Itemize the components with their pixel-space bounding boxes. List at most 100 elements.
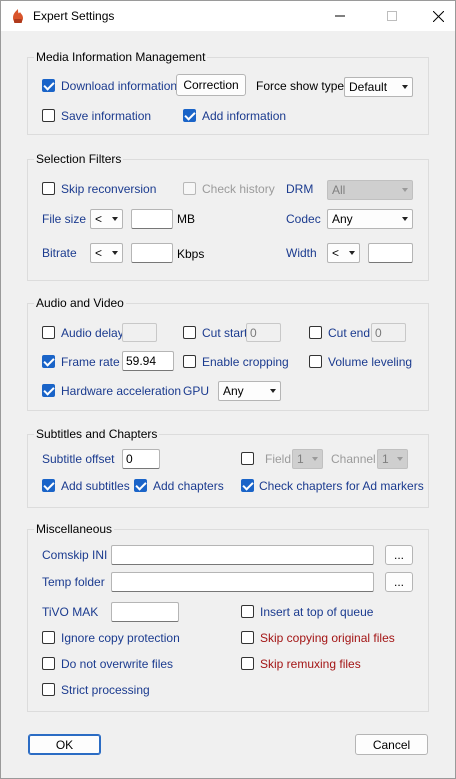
chevron-down-icon bbox=[112, 217, 118, 221]
channel-select[interactable]: 1 bbox=[377, 449, 408, 469]
volume-leveling-label: Volume leveling bbox=[328, 355, 413, 369]
bitrate-label: Bitrate bbox=[42, 246, 77, 260]
skip-remux-label: Skip remuxing files bbox=[260, 657, 361, 671]
ok-button[interactable]: OK bbox=[28, 734, 101, 755]
frame-rate-checkbox[interactable] bbox=[42, 355, 55, 368]
tivo-mak-input[interactable] bbox=[111, 602, 179, 622]
volume-leveling-checkbox[interactable] bbox=[309, 355, 322, 368]
field-select[interactable]: 1 bbox=[292, 449, 323, 469]
group-title: Media Information Management bbox=[34, 50, 208, 64]
temp-folder-label: Temp folder bbox=[42, 575, 105, 589]
insert-top-checkbox[interactable] bbox=[241, 605, 254, 618]
chevron-down-icon bbox=[349, 251, 355, 255]
group-title: Miscellaneous bbox=[34, 522, 115, 536]
add-info-label: Add information bbox=[202, 109, 287, 123]
strict-processing-checkbox[interactable] bbox=[42, 683, 55, 696]
subtitle-offset-input[interactable]: 0 bbox=[122, 449, 160, 469]
download-info-label: Download information bbox=[61, 79, 178, 93]
app-flame-icon bbox=[11, 8, 25, 24]
cancel-button[interactable]: Cancel bbox=[355, 734, 428, 755]
hw-accel-label: Hardware acceleration bbox=[61, 384, 182, 398]
codec-select[interactable]: Any bbox=[327, 209, 413, 229]
force-show-type-select[interactable]: Default bbox=[344, 77, 413, 97]
maximize-icon bbox=[387, 11, 397, 21]
codec-label: Codec bbox=[286, 212, 321, 226]
group-title: Subtitles and Chapters bbox=[34, 427, 160, 441]
force-show-type-label: Force show type bbox=[256, 79, 345, 93]
cut-start-input[interactable]: 0 bbox=[246, 323, 281, 342]
comskip-browse-button[interactable]: ... bbox=[385, 545, 413, 565]
ignore-copy-label: Ignore copy protection bbox=[61, 631, 180, 645]
bitrate-operator-select[interactable]: < bbox=[90, 243, 123, 263]
enable-cropping-checkbox[interactable] bbox=[183, 355, 196, 368]
insert-top-label: Insert at top of queue bbox=[260, 605, 374, 619]
no-overwrite-checkbox[interactable] bbox=[42, 657, 55, 670]
save-info-label: Save information bbox=[61, 109, 152, 123]
close-button[interactable] bbox=[415, 1, 456, 31]
file-size-label: File size bbox=[42, 212, 87, 226]
file-size-operator-select[interactable]: < bbox=[90, 209, 123, 229]
add-info-checkbox[interactable] bbox=[183, 109, 196, 122]
cut-end-input[interactable]: 0 bbox=[371, 323, 406, 342]
audio-delay-input[interactable] bbox=[122, 323, 157, 342]
bitrate-input[interactable] bbox=[131, 243, 173, 263]
add-subtitles-label: Add subtitles bbox=[61, 479, 130, 493]
temp-folder-browse-button[interactable]: ... bbox=[385, 572, 413, 592]
gpu-label: GPU bbox=[183, 384, 210, 398]
channel-label: Channel bbox=[331, 452, 376, 466]
no-overwrite-label: Do not overwrite files bbox=[61, 657, 174, 671]
group-title: Selection Filters bbox=[34, 152, 124, 166]
skip-remux-checkbox[interactable] bbox=[241, 657, 254, 670]
skip-copy-orig-checkbox[interactable] bbox=[241, 631, 254, 644]
cut-end-label: Cut end bbox=[328, 326, 371, 340]
window-title: Expert Settings bbox=[33, 9, 115, 23]
width-operator-select[interactable]: < bbox=[327, 243, 360, 263]
field-checkbox[interactable] bbox=[241, 452, 254, 465]
maximize-button bbox=[369, 1, 415, 31]
check-chapters-ads-label: Check chapters for Ad markers bbox=[259, 479, 424, 493]
temp-folder-input[interactable] bbox=[111, 572, 374, 592]
add-chapters-label: Add chapters bbox=[153, 479, 224, 493]
check-history-label: Check history bbox=[202, 182, 275, 196]
add-subtitles-checkbox[interactable] bbox=[42, 479, 55, 492]
comskip-ini-input[interactable] bbox=[111, 545, 374, 565]
correction-button[interactable]: Correction bbox=[176, 74, 246, 96]
title-bar: Expert Settings bbox=[1, 1, 455, 31]
chevron-down-icon bbox=[402, 188, 408, 192]
file-size-input[interactable] bbox=[131, 209, 173, 229]
field-label: Field bbox=[265, 452, 292, 466]
chevron-down-icon bbox=[112, 251, 118, 255]
cut-end-checkbox[interactable] bbox=[309, 326, 322, 339]
expert-settings-window: Expert Settings Media Information Manage… bbox=[0, 0, 456, 779]
audio-delay-label: Audio delay bbox=[61, 326, 124, 340]
gpu-select[interactable]: Any bbox=[218, 381, 281, 401]
check-chapters-ads-checkbox[interactable] bbox=[241, 479, 254, 492]
minimize-button[interactable] bbox=[317, 1, 363, 31]
chevron-down-icon bbox=[402, 217, 408, 221]
chevron-down-icon bbox=[397, 457, 403, 461]
tivo-mak-label: TiVO MAK bbox=[42, 605, 99, 619]
hw-accel-checkbox[interactable] bbox=[42, 384, 55, 397]
enable-cropping-label: Enable cropping bbox=[202, 355, 289, 369]
cut-start-checkbox[interactable] bbox=[183, 326, 196, 339]
save-info-checkbox[interactable] bbox=[42, 109, 55, 122]
download-info-checkbox[interactable] bbox=[42, 79, 55, 92]
ignore-copy-checkbox[interactable] bbox=[42, 631, 55, 644]
width-label: Width bbox=[286, 246, 317, 260]
comskip-ini-label: Comskip INI bbox=[42, 548, 108, 562]
drm-select[interactable]: All bbox=[327, 180, 413, 200]
frame-rate-label: Frame rate bbox=[61, 355, 120, 369]
audio-delay-checkbox[interactable] bbox=[42, 326, 55, 339]
check-history-checkbox[interactable] bbox=[183, 182, 196, 195]
add-chapters-checkbox[interactable] bbox=[134, 479, 147, 492]
strict-processing-label: Strict processing bbox=[61, 683, 150, 697]
bitrate-unit: Kbps bbox=[177, 247, 205, 261]
chevron-down-icon bbox=[270, 389, 276, 393]
chevron-down-icon bbox=[312, 457, 318, 461]
cut-start-label: Cut start bbox=[202, 326, 248, 340]
frame-rate-input[interactable]: 59.94 bbox=[122, 351, 174, 371]
skip-reconversion-checkbox[interactable] bbox=[42, 182, 55, 195]
width-input[interactable] bbox=[368, 243, 413, 263]
chevron-down-icon bbox=[402, 85, 408, 89]
subtitle-offset-label: Subtitle offset bbox=[42, 452, 115, 466]
